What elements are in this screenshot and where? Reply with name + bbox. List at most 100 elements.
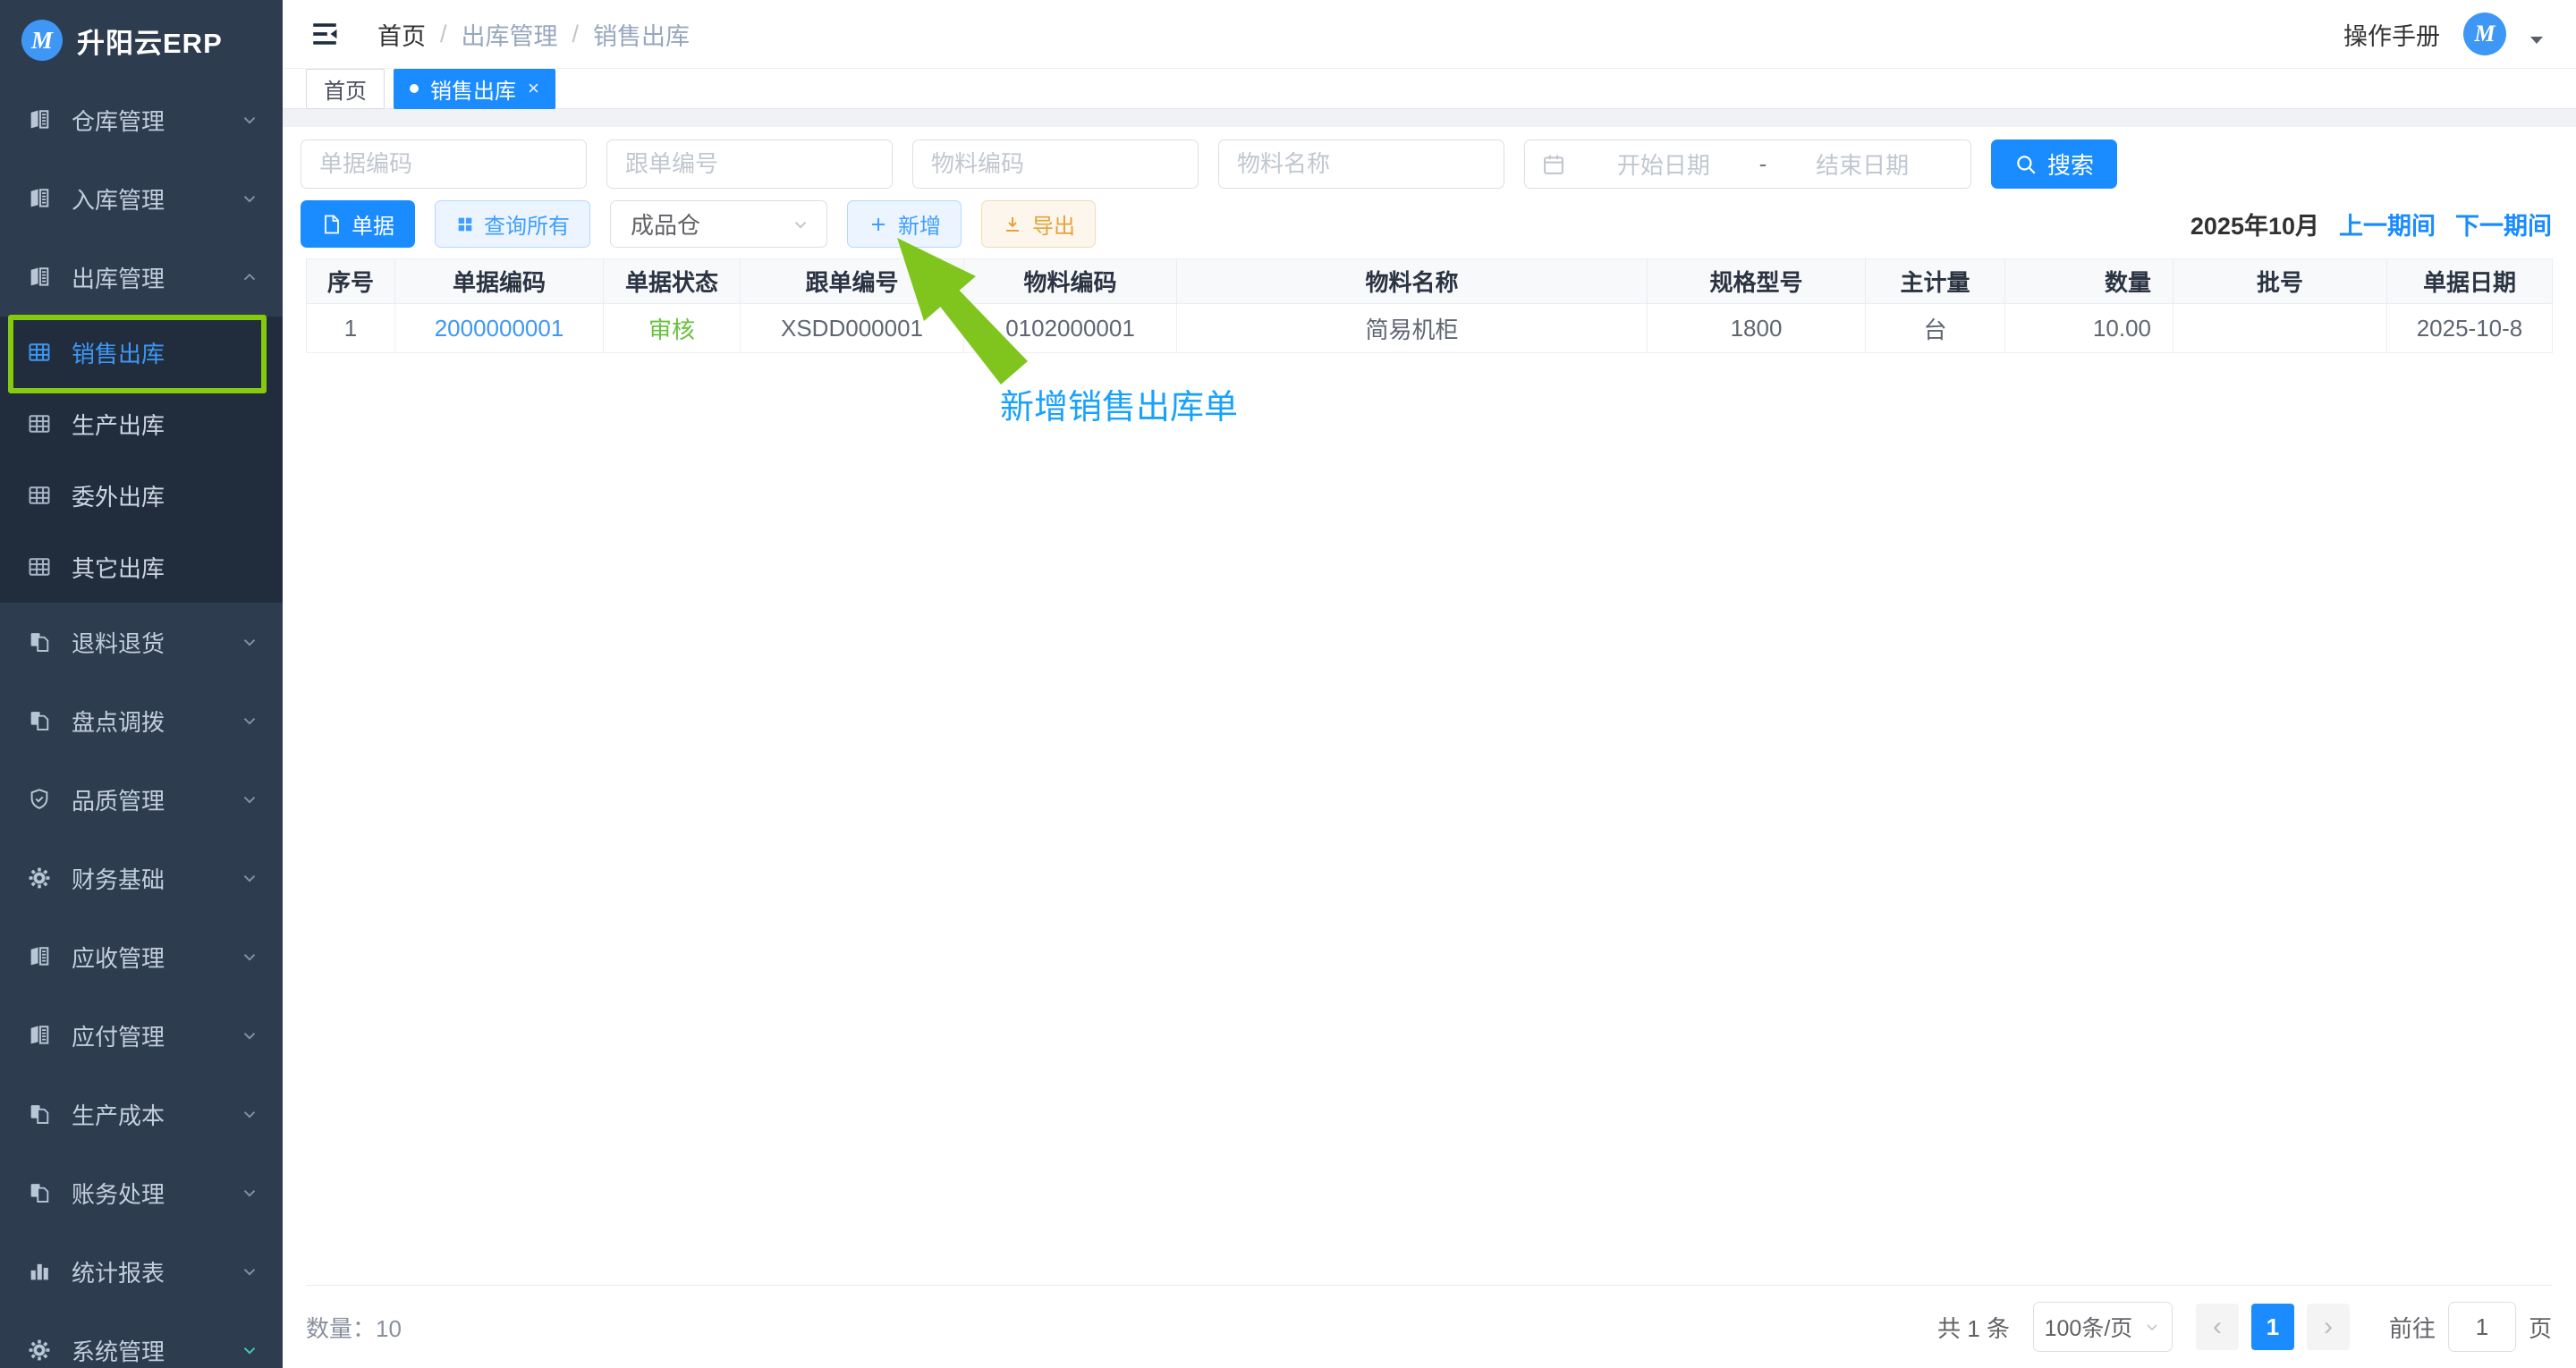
page-1-button[interactable]: 1 (2251, 1304, 2294, 1350)
tab-home-label: 首页 (324, 73, 367, 105)
sidebar-item-label: 品质管理 (72, 783, 220, 816)
sidebar-item-label: 系统管理 (72, 1334, 220, 1367)
search-button[interactable]: 搜索 (1991, 139, 2117, 189)
column-header: 序号 (307, 259, 395, 304)
prev-page-button[interactable]: ‹ (2196, 1304, 2239, 1350)
filter-row: 开始日期 - 结束日期 搜索 (283, 127, 2576, 189)
chevron-down-icon (240, 868, 259, 888)
table-icon (27, 483, 52, 508)
collapse-sidebar-icon[interactable] (309, 19, 340, 49)
table-cell: 1 (307, 304, 395, 353)
book-icon (27, 107, 52, 132)
grid-icon (455, 215, 475, 234)
sidebar-item-8[interactable]: 应付管理 (0, 996, 283, 1075)
sidebar-nav: 仓库管理入库管理出库管理销售出库生产出库委外出库其它出库退料退货盘点调拨品质管理… (0, 80, 283, 1368)
sidebar-item-label: 应付管理 (72, 1019, 220, 1052)
sidebar-item-label: 统计报表 (72, 1255, 220, 1288)
table-cell (2174, 304, 2387, 353)
material-code-input[interactable] (912, 139, 1199, 189)
period-label: 2025年10月 (2190, 207, 2319, 241)
shield-icon (27, 787, 52, 812)
sidebar-item-label: 账务处理 (72, 1177, 220, 1210)
date-range-picker[interactable]: 开始日期 - 结束日期 (1524, 139, 1971, 189)
toolbar-row: 单据 查询所有 成品仓 新增 (283, 189, 2576, 248)
warehouse-select[interactable]: 成品仓 (610, 200, 827, 248)
sidebar-subitem-2[interactable]: 委外出库 (0, 460, 283, 531)
column-header: 单据日期 (2387, 259, 2553, 304)
column-header: 单据编码 (395, 259, 604, 304)
document-button[interactable]: 单据 (301, 200, 415, 248)
chevron-down-icon (240, 1104, 259, 1124)
sidebar-subitem-1[interactable]: 生产出库 (0, 388, 283, 460)
table-icon (27, 554, 52, 579)
sidebar-item-9[interactable]: 生产成本 (0, 1075, 283, 1153)
sidebar-item-12[interactable]: 系统管理 (0, 1311, 283, 1368)
next-period-link[interactable]: 下一期间 (2455, 207, 2552, 241)
chevron-down-icon (2143, 1318, 2161, 1336)
table-row: 12000000001审核XSDD0000010102000001简易机柜180… (307, 304, 2553, 353)
copy-icon (27, 708, 52, 733)
column-header: 批号 (2174, 259, 2387, 304)
export-button[interactable]: 导出 (981, 200, 1096, 248)
material-name-input[interactable] (1218, 139, 1504, 189)
breadcrumb-separator: / (440, 21, 447, 48)
search-icon (2014, 153, 2038, 176)
breadcrumb-home[interactable]: 首页 (377, 17, 426, 52)
table-cell: 1800 (1648, 304, 1866, 353)
avatar[interactable]: M (2463, 13, 2506, 55)
tab-home[interactable]: 首页 (306, 69, 385, 109)
date-range-separator: - (1756, 150, 1771, 178)
table-cell: 10.00 (2005, 304, 2174, 353)
content-panel: 开始日期 - 结束日期 搜索 单据 查询 (283, 127, 2576, 1368)
sidebar-item-3[interactable]: 退料退货 (0, 603, 283, 681)
page-size-value: 100条/页 (2045, 1311, 2133, 1343)
doc-code-link[interactable]: 2000000001 (395, 304, 604, 353)
sidebar-item-label: 仓库管理 (72, 104, 220, 137)
query-all-button[interactable]: 查询所有 (435, 200, 590, 248)
export-button-label: 导出 (1032, 208, 1075, 240)
sidebar-item-7[interactable]: 应收管理 (0, 917, 283, 996)
sidebar-item-10[interactable]: 账务处理 (0, 1153, 283, 1232)
sidebar-item-0[interactable]: 仓库管理 (0, 80, 283, 159)
column-header: 物料编码 (964, 259, 1177, 304)
table-cell: XSDD000001 (741, 304, 964, 353)
close-tab-icon[interactable]: × (528, 79, 539, 98)
end-date-placeholder[interactable]: 结束日期 (1770, 148, 1954, 181)
add-button-label: 新增 (898, 208, 941, 240)
prev-period-link[interactable]: 上一期间 (2339, 207, 2436, 241)
breadcrumb-item: 销售出库 (593, 17, 690, 52)
data-table-wrap: 序号单据编码单据状态跟单编号物料编码物料名称规格型号主计量数量批号单据日期 12… (306, 258, 2552, 353)
doc-code-input[interactable] (301, 139, 587, 189)
sidebar-item-2[interactable]: 出库管理 (0, 238, 283, 317)
tab-bar: 首页 销售出库 × (283, 69, 2576, 109)
chevron-up-icon (240, 267, 259, 287)
sidebar-subitem-3[interactable]: 其它出库 (0, 531, 283, 603)
page-size-select[interactable]: 100条/页 (2033, 1302, 2173, 1352)
goto-page-input[interactable] (2448, 1302, 2516, 1352)
sidebar-item-11[interactable]: 统计报表 (0, 1232, 283, 1311)
manual-link[interactable]: 操作手册 (2343, 17, 2440, 52)
sidebar-item-label: 应收管理 (72, 941, 220, 974)
sidebar: M 升阳云ERP 仓库管理入库管理出库管理销售出库生产出库委外出库其它出库退料退… (0, 0, 283, 1368)
main-area: 首页 / 出库管理 / 销售出库 操作手册 M 首页 销售出库 × (283, 0, 2576, 1368)
sidebar-item-1[interactable]: 入库管理 (0, 159, 283, 238)
start-date-placeholder[interactable]: 开始日期 (1572, 148, 1756, 181)
next-page-button[interactable]: › (2307, 1304, 2350, 1350)
sidebar-item-5[interactable]: 品质管理 (0, 760, 283, 839)
book-icon (27, 1023, 52, 1048)
sidebar-subitem-0[interactable]: 销售出库 (0, 317, 283, 388)
column-header: 单据状态 (604, 259, 741, 304)
search-button-label: 搜索 (2047, 148, 2094, 181)
book-icon (27, 265, 52, 290)
tab-sales-outbound[interactable]: 销售出库 × (394, 69, 555, 109)
order-no-input[interactable] (606, 139, 893, 189)
sidebar-subitem-label: 生产出库 (72, 408, 259, 441)
column-header: 跟单编号 (741, 259, 964, 304)
warehouse-select-value: 成品仓 (631, 207, 700, 241)
period-nav: 2025年10月 上一期间 下一期间 (2190, 207, 2552, 241)
sidebar-item-6[interactable]: 财务基础 (0, 839, 283, 917)
user-menu-caret-icon[interactable] (2529, 35, 2544, 46)
add-button[interactable]: 新增 (847, 200, 962, 248)
sidebar-item-4[interactable]: 盘点调拨 (0, 681, 283, 760)
breadcrumb-item: 出库管理 (462, 17, 558, 52)
